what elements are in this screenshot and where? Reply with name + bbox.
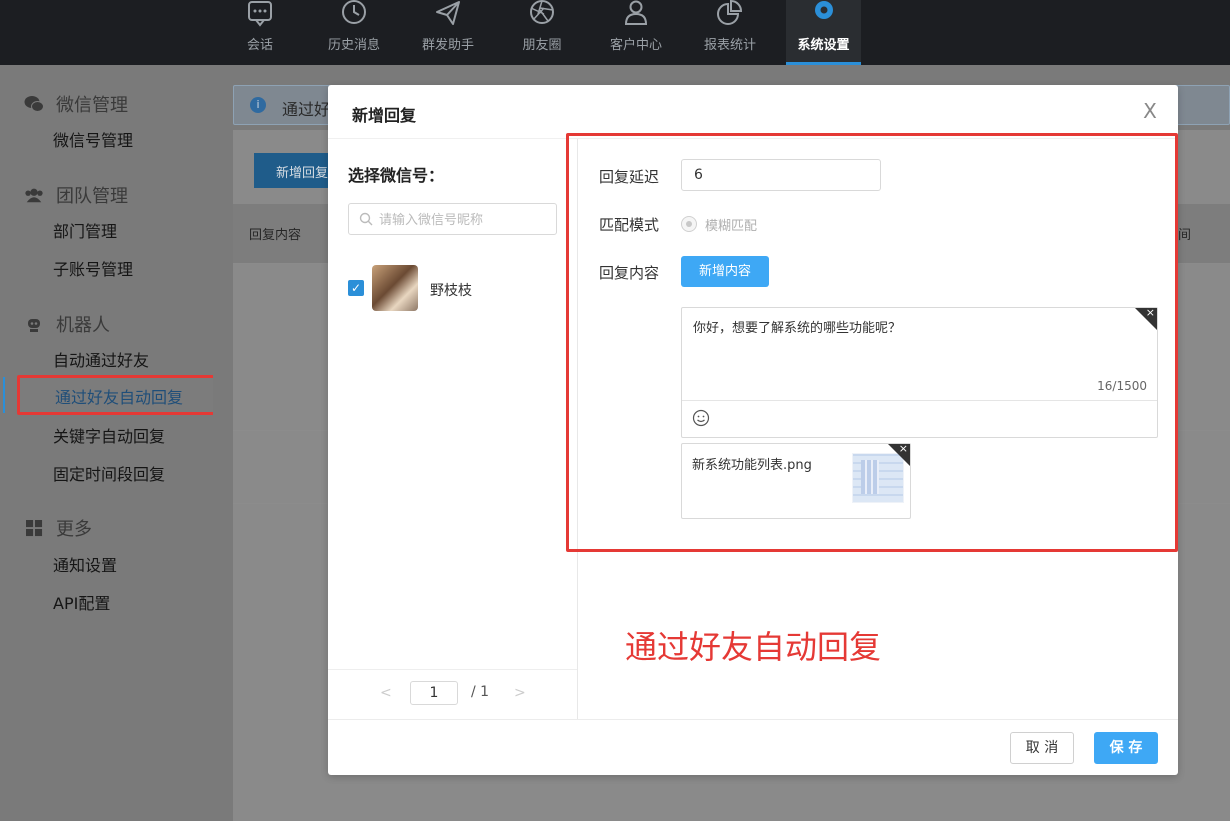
paper-plane-icon — [436, 1, 460, 25]
prev-page-button[interactable]: < — [380, 685, 392, 701]
next-page-button[interactable]: > — [514, 685, 526, 701]
page-total: / 1 — [471, 684, 490, 700]
gear-icon — [814, 1, 833, 19]
cancel-button[interactable]: 取 消 — [1010, 732, 1074, 764]
close-icon[interactable]: × — [899, 443, 908, 455]
text-area-divider — [682, 400, 1157, 401]
nav-broadcast[interactable]: 群发助手 — [403, 0, 493, 65]
column-header: 回复内容 — [249, 228, 302, 243]
account-name: 野枝枝 — [430, 283, 472, 299]
nav-customers[interactable]: 客户中心 — [591, 0, 681, 65]
nav-settings[interactable]: 系统设置 — [786, 0, 861, 65]
pagination: < 1 / 1 > — [328, 679, 577, 709]
add-reply-button[interactable]: 新增回复 — [254, 153, 334, 188]
attached-file-card: 新系统功能列表.png × — [681, 443, 911, 519]
delay-label: 回复延迟 — [599, 168, 660, 186]
nav-label: 系统设置 — [797, 38, 850, 53]
selected-indicator — [3, 377, 5, 413]
search-input[interactable] — [379, 210, 549, 230]
save-button[interactable]: 保 存 — [1094, 732, 1158, 764]
char-counter: 16/1500 — [1097, 379, 1147, 393]
nav-label: 会话 — [246, 38, 273, 53]
reply-text: 你好，想要了解系统的哪些功能呢？ — [693, 321, 902, 336]
section-title: 团队管理 — [56, 186, 128, 207]
delay-input[interactable]: 6 — [681, 159, 881, 191]
add-reply-dialog: 新增回复 X 选择微信号： ✓ 野枝枝 < 1 / 1 > 回复延迟 6 匹配模… — [328, 85, 1178, 775]
sidebar-item-accept-auto-reply[interactable]: 通过好友自动回复 — [17, 375, 225, 415]
sidebar-item-notifications[interactable]: 通知设置 — [53, 552, 117, 576]
pager-divider — [328, 669, 577, 670]
emoji-icon[interactable] — [692, 409, 710, 427]
sidebar-section-team: 团队管理 — [24, 182, 128, 208]
dialog-footer-divider — [328, 719, 1178, 720]
account-picker-heading: 选择微信号： — [348, 166, 445, 185]
content-label: 回复内容 — [599, 264, 660, 282]
section-title: 微信管理 — [56, 95, 128, 116]
section-title: 更多 — [56, 519, 92, 540]
close-icon[interactable]: × — [1146, 307, 1155, 319]
avatar — [372, 265, 418, 311]
nav-label: 客户中心 — [609, 38, 662, 53]
nav-label: 历史消息 — [327, 38, 380, 53]
page-input[interactable]: 1 — [410, 681, 458, 705]
dialog-title: 新增回复 — [352, 106, 417, 125]
sidebar-item-scheduled-reply[interactable]: 固定时间段回复 — [53, 461, 165, 485]
match-mode-label: 匹配模式 — [599, 216, 660, 234]
annotation-text: 通过好友自动回复 — [625, 628, 882, 666]
sidebar-item-sub-accounts[interactable]: 子账号管理 — [53, 256, 133, 280]
file-name: 新系统功能列表.png — [692, 458, 812, 473]
top-nav-bar: 会话 历史消息 群发助手 朋友圈 客户中心 报表统计 系统设置 — [0, 0, 1230, 65]
info-icon: i — [250, 97, 266, 113]
sidebar-section-more: 更多 — [24, 515, 92, 541]
pie-chart-icon — [717, 0, 743, 25]
sidebar-section-wechat: 微信管理 — [24, 91, 128, 117]
grid-icon — [24, 519, 44, 537]
chat-icon — [248, 1, 272, 27]
nav-reports[interactable]: 报表统计 — [685, 0, 775, 65]
user-icon — [624, 0, 648, 25]
search-icon — [359, 212, 373, 226]
sidebar-item-api-config[interactable]: API配置 — [53, 590, 110, 614]
sidebar-item-keyword-reply[interactable]: 关键字自动回复 — [53, 423, 165, 447]
wechat-icon — [24, 95, 44, 113]
nav-label: 报表统计 — [703, 38, 756, 53]
fuzzy-match-label: 模糊匹配 — [705, 219, 758, 234]
nav-label: 朋友圈 — [522, 38, 562, 53]
reply-text-area[interactable]: 你好，想要了解系统的哪些功能呢？ 16/1500 × — [681, 307, 1158, 438]
nav-moments[interactable]: 朋友圈 — [497, 0, 587, 65]
sidebar-section-robot: 机器人 — [24, 311, 110, 337]
column-header: 间 — [1178, 228, 1192, 243]
sidebar-item-departments[interactable]: 部门管理 — [53, 218, 117, 242]
account-search — [348, 203, 557, 235]
sidebar-item-auto-accept[interactable]: 自动通过好友 — [53, 347, 149, 371]
team-icon — [24, 186, 44, 204]
add-content-button[interactable]: 新增内容 — [681, 256, 769, 287]
robot-icon — [24, 315, 44, 333]
nav-label: 群发助手 — [421, 38, 474, 53]
fuzzy-match-radio[interactable] — [681, 216, 697, 232]
account-picker: 选择微信号： ✓ 野枝枝 < 1 / 1 > — [328, 139, 578, 719]
nav-history[interactable]: 历史消息 — [309, 0, 399, 65]
close-icon[interactable]: X — [1140, 101, 1160, 121]
account-checkbox[interactable]: ✓ — [348, 280, 364, 296]
banner-text: 通过好 — [282, 100, 331, 119]
clock-icon — [342, 0, 366, 24]
nav-chat[interactable]: 会话 — [215, 0, 305, 65]
aperture-icon — [530, 0, 554, 24]
section-title: 机器人 — [56, 315, 110, 336]
sidebar-item-wechat-accounts[interactable]: 微信号管理 — [53, 127, 133, 151]
